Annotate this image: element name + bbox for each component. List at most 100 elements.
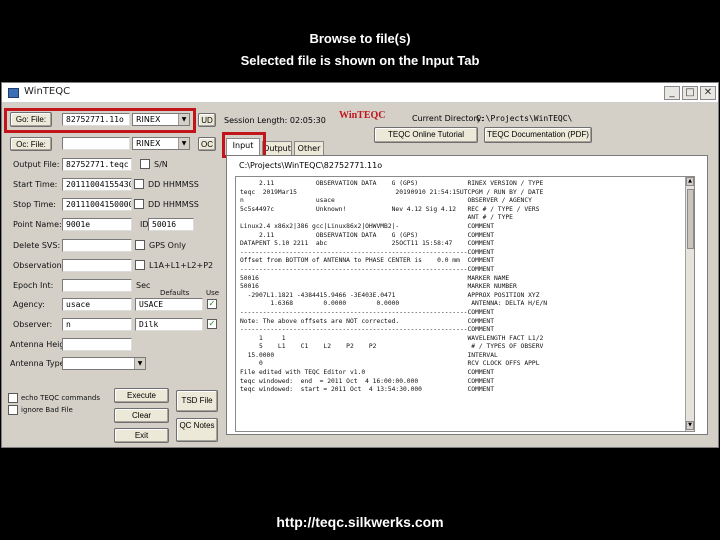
file-content-line: Offset from BOTTOM of ANTENNA to PHASE C… xyxy=(240,257,495,265)
chevron-down-icon: ▼ xyxy=(134,358,145,369)
file-content-line: 15.0000 INTERVAL xyxy=(240,351,498,359)
antenna-type-select[interactable]: ▼ xyxy=(62,357,146,370)
output-file-input[interactable]: 82752771.teqc xyxy=(62,158,132,171)
echo-commands-checkbox[interactable] xyxy=(8,393,18,403)
start-time-input[interactable]: 20111004155430 xyxy=(62,178,132,191)
output-file-checkbox[interactable] xyxy=(140,159,150,169)
ignore-bad-file-label: ignore Bad File xyxy=(21,406,73,414)
echo-commands-label: echo TEQC commands xyxy=(21,394,101,402)
use-label: Use xyxy=(206,289,220,297)
file-content-line: 2.11 OBSERVATION DATA G (GPS) COMMENT xyxy=(240,231,495,239)
file-content-line: 0 RCV CLOCK OFFS APPL xyxy=(240,360,540,368)
chevron-down-icon: ▼ xyxy=(178,138,189,149)
observations-hint: L1A+L1+L2+P2 xyxy=(149,261,214,270)
gps-only-checkbox[interactable] xyxy=(135,240,145,250)
stop-time-label: Stop Time: xyxy=(13,200,57,209)
window-title: WinTEQC xyxy=(24,86,71,97)
tab-other[interactable]: Other xyxy=(294,141,324,156)
winteqc-window: WinTEQC _ □ ✕ Go: File: 82752771.11o RIN… xyxy=(1,82,719,448)
title-bar: WinTEQC _ □ ✕ xyxy=(2,83,718,103)
file-content-line: 5 L1 C1 L2 P2 P2 # / TYPES OF OBSERV xyxy=(240,343,544,351)
scroll-down-icon[interactable]: ▼ xyxy=(686,421,694,430)
session-length-label: Session Length: 02:05:30 xyxy=(224,116,326,125)
oc-file-format-select[interactable]: RINEX ▼ xyxy=(132,137,190,150)
caption-line-2: Selected file is shown on the Input Tab xyxy=(240,53,480,68)
close-button[interactable]: ✕ xyxy=(700,86,716,100)
start-time-label: Start Time: xyxy=(13,180,58,189)
agency-label: Agency: xyxy=(13,300,45,309)
oc-file-format-value: RINEX xyxy=(136,139,161,148)
point-name-input[interactable]: 9001e xyxy=(62,218,132,231)
gps-only-label: GPS Only xyxy=(149,241,186,250)
file-content-line: -2907L1.1821 -4384415.9466 -3E403E.0471 … xyxy=(240,291,540,299)
file-content-line: n usace OBSERVER / AGENCY xyxy=(240,197,532,205)
observer-default-input[interactable]: Dilk xyxy=(135,318,203,331)
oc-file-button[interactable]: Oc: File: xyxy=(10,137,52,151)
footer-url[interactable]: http://teqc.silkwerks.com xyxy=(0,514,720,530)
clear-button[interactable]: Clear xyxy=(114,408,169,423)
observer-use-checkbox[interactable]: ✓ xyxy=(207,319,217,329)
file-content-line: 1.6368 0.0000 0.0000 ANTENNA: DELTA H/E/… xyxy=(240,300,548,308)
ud-button[interactable]: UD xyxy=(198,113,216,127)
file-content-line: 2.11 OBSERVATION DATA G (GPS) RINEX VERS… xyxy=(240,180,544,187)
delete-svs-input[interactable] xyxy=(62,239,132,252)
antenna-type-label: Antenna Type xyxy=(10,359,65,368)
observations-checkbox[interactable] xyxy=(135,260,145,270)
epoch-int-input[interactable] xyxy=(62,279,132,292)
observer-input[interactable]: n xyxy=(62,318,132,331)
agency-use-checkbox[interactable]: ✓ xyxy=(207,299,217,309)
app-icon xyxy=(8,88,19,98)
stop-time-hint: DD HHMMSS xyxy=(148,200,199,209)
scroll-up-icon[interactable]: ▲ xyxy=(686,177,694,186)
file-content-line: 1 1 WAVELENGTH FACT L1/2 xyxy=(240,334,544,342)
tsd-file-button[interactable]: TSD File xyxy=(176,390,218,412)
minimize-button[interactable]: _ xyxy=(664,86,680,100)
agency-input[interactable]: usace xyxy=(62,298,132,311)
file-content-line: 5c5s4497c Unknown! Nev 4.12 Sig 4.12 REC… xyxy=(240,205,540,213)
winteqc-logo: WinTEQC xyxy=(339,110,386,121)
start-time-hint: DD HHMMSS xyxy=(148,180,199,189)
file-content-line: ----------------------------------------… xyxy=(240,308,495,316)
oc-file-input[interactable] xyxy=(62,137,130,150)
output-file-label: Output File: xyxy=(13,160,60,169)
tab-output[interactable]: Output xyxy=(262,141,292,156)
file-content-line: teqc 2019Mar15 20190910 21:54:15UTCPGM /… xyxy=(240,188,544,196)
maximize-button[interactable]: □ xyxy=(682,86,698,100)
id-input[interactable]: 50016 xyxy=(148,218,194,231)
caption-line-1: Browse to file(s) xyxy=(309,31,411,46)
stop-time-input[interactable]: 20111004150000 xyxy=(62,198,132,211)
file-content-line: ----------------------------------------… xyxy=(240,326,495,334)
file-content-line: ----------------------------------------… xyxy=(240,265,495,273)
file-content-lines: 2.11 OBSERVATION DATA G (GPS) RINEX VERS… xyxy=(240,180,680,395)
online-tutorial-button[interactable]: TEQC Online Tutorial xyxy=(374,127,478,143)
start-time-checkbox[interactable] xyxy=(134,179,144,189)
file-content-line: teqc windowed: start = 2011 Oct 4 13:54:… xyxy=(240,386,495,394)
observer-label: Observer: xyxy=(13,320,53,329)
delete-svs-label: Delete SVS: xyxy=(13,241,61,250)
epoch-int-label: Epoch Int: xyxy=(13,281,54,290)
go-file-highlight xyxy=(4,108,196,133)
stop-time-checkbox[interactable] xyxy=(134,199,144,209)
file-content-line: ----------------------------------------… xyxy=(240,248,495,256)
antenna-height-input[interactable] xyxy=(62,338,132,351)
file-content-line: 50016 MARKER NAME xyxy=(240,274,510,282)
observations-input[interactable] xyxy=(62,259,132,272)
oc-button[interactable]: OC xyxy=(198,137,216,151)
file-content-box[interactable]: 2.11 OBSERVATION DATA G (GPS) RINEX VERS… xyxy=(235,176,695,432)
current-directory-value: C:\Projects\WinTEQC\ xyxy=(476,114,573,123)
observations-label: Observations: xyxy=(13,261,69,270)
file-content-line: 50016 MARKER NUMBER xyxy=(240,283,517,291)
file-content-line: ANT # / TYPE xyxy=(240,214,513,222)
exit-button[interactable]: Exit xyxy=(114,428,169,443)
documentation-button[interactable]: TEQC Documentation (PDF) xyxy=(484,127,592,143)
file-content-line: DATAPENT 5.10 2211 abc 25OCT11 15:58:47 … xyxy=(240,240,495,248)
vertical-scrollbar[interactable]: ▲ ▼ xyxy=(685,177,694,431)
file-content-line: File edited with TEQC Editor v1.0 COMMEN… xyxy=(240,369,495,377)
input-panel: C:\Projects\WinTEQC\82752771.11o 2.11 OB… xyxy=(226,155,708,435)
ignore-bad-file-checkbox[interactable] xyxy=(8,405,18,415)
execute-button[interactable]: Execute xyxy=(114,388,169,403)
qc-notes-button[interactable]: QC Notes xyxy=(176,418,218,442)
output-extra-label: S/N xyxy=(154,160,168,169)
agency-default-input[interactable]: USACE xyxy=(135,298,203,311)
scroll-thumb[interactable] xyxy=(687,189,694,249)
